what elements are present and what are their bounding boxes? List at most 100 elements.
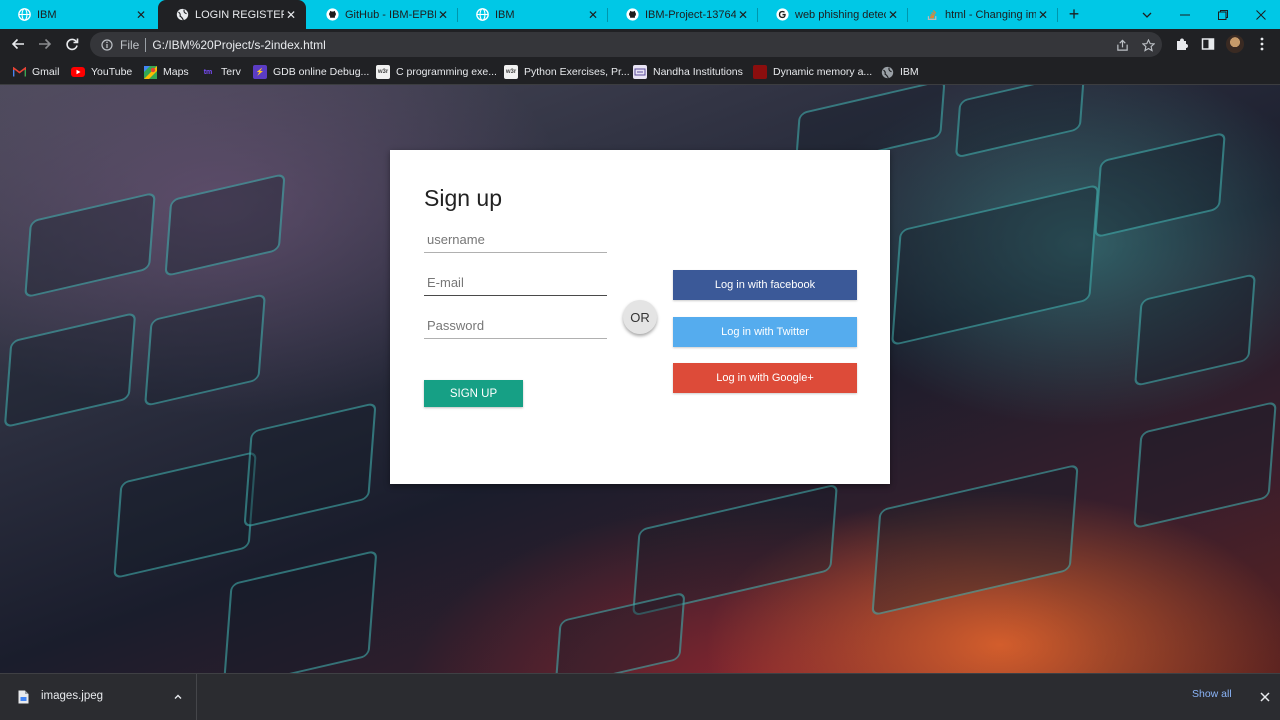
- show-all-downloads-link[interactable]: Show all: [1192, 688, 1232, 700]
- globe-icon: [175, 8, 189, 22]
- email-field[interactable]: [424, 270, 607, 296]
- bookmark-maps[interactable]: Maps: [143, 64, 189, 80]
- bookmark-dynamic-memory[interactable]: Dynamic memory a...: [753, 64, 872, 80]
- download-item[interactable]: images.jpeg: [0, 674, 197, 720]
- tab-close-icon[interactable]: ✕: [134, 8, 148, 22]
- download-file-name: images.jpeg: [41, 690, 104, 702]
- keyboard-key: [243, 401, 377, 529]
- bookmarks-bar: Gmail YouTube Maps tm Terv ⚡ GDB online …: [0, 59, 1280, 85]
- browser-toolbar: File G:/IBM%20Project/s-2index.html: [0, 29, 1280, 59]
- signup-button[interactable]: SIGN UP: [424, 380, 523, 407]
- username-field[interactable]: [424, 227, 607, 253]
- tab-login-register[interactable]: LOGIN REGISTER ✕: [158, 0, 306, 29]
- new-tab-plus-icon[interactable]: +: [1064, 4, 1084, 24]
- youtube-icon: [71, 65, 85, 79]
- username-input[interactable]: [424, 227, 607, 252]
- bookmark-ibm[interactable]: IBM: [880, 64, 919, 80]
- tab-separator: [1057, 8, 1058, 22]
- password-field[interactable]: [424, 313, 607, 339]
- signup-title: Sign up: [424, 185, 503, 211]
- restore-icon[interactable]: [1204, 0, 1242, 29]
- keyboard-key: [554, 591, 686, 673]
- download-shelf: images.jpeg Show all: [0, 673, 1280, 720]
- extensions-puzzle-icon[interactable]: [1172, 34, 1192, 54]
- url-text[interactable]: G:/IBM%20Project/s-2index.html: [152, 38, 325, 52]
- globe-icon: [475, 8, 489, 22]
- bookmark-label: Dynamic memory a...: [773, 66, 873, 78]
- bookmark-c-programming[interactable]: w3r C programming exe...: [376, 64, 497, 80]
- w3r-icon: w3r: [376, 65, 390, 79]
- tab-label: html - Changing imag: [945, 8, 1036, 21]
- bookmark-nandha[interactable]: Nandha Institutions: [633, 64, 743, 80]
- url-divider: [145, 37, 147, 52]
- image-file-icon: [16, 689, 30, 705]
- tab-web-phishing[interactable]: web phishing detectio ✕: [758, 0, 908, 29]
- tab-close-icon[interactable]: ✕: [436, 8, 450, 22]
- gdb-icon: ⚡: [253, 65, 267, 79]
- w3r-icon: w3r: [504, 65, 518, 79]
- bookmark-label: Nandha Institutions: [653, 66, 743, 78]
- url-scheme-label: File: [120, 37, 140, 52]
- menu-kebab-icon[interactable]: [1252, 34, 1272, 54]
- tab-ibm-project[interactable]: IBM-Project-13764-1t ✕: [608, 0, 758, 29]
- tab-ibm-2[interactable]: IBM ✕: [458, 0, 608, 29]
- keyboard-key: [3, 311, 137, 429]
- tab-close-icon[interactable]: ✕: [586, 8, 600, 22]
- signup-card: Sign up SIGN UP OR Log in with facebook …: [390, 150, 890, 484]
- window-close-icon[interactable]: [1242, 0, 1280, 29]
- bookmark-youtube[interactable]: YouTube: [71, 64, 132, 80]
- side-panel-icon[interactable]: [1198, 34, 1218, 54]
- keyboard-key: [164, 172, 286, 278]
- email-input[interactable]: [424, 270, 607, 295]
- tab-ibm-1[interactable]: IBM ✕: [0, 0, 156, 29]
- tab-search-chevron-icon[interactable]: [1128, 0, 1166, 29]
- bookmark-label: Python Exercises, Pr...: [524, 66, 630, 78]
- google-login-button[interactable]: Log in with Google+: [673, 363, 857, 393]
- github-icon: [325, 8, 339, 22]
- keyboard-key: [871, 463, 1079, 617]
- keyboard-key: [954, 85, 1086, 159]
- google-icon: [775, 8, 789, 22]
- minimize-icon[interactable]: [1166, 0, 1204, 29]
- bookmark-gdb[interactable]: ⚡ GDB online Debug...: [253, 64, 369, 80]
- chevron-up-icon[interactable]: [170, 689, 186, 705]
- bookmark-label: Gmail: [32, 66, 60, 78]
- bookmark-gmail[interactable]: Gmail: [12, 64, 59, 80]
- facebook-login-button[interactable]: Log in with facebook: [673, 270, 857, 300]
- bookmark-star-icon[interactable]: [1140, 37, 1156, 53]
- close-icon[interactable]: [1257, 689, 1273, 705]
- tab-close-icon[interactable]: ✕: [1036, 8, 1050, 22]
- tab-close-icon[interactable]: ✕: [284, 8, 298, 22]
- bookmark-label: Terv: [221, 66, 241, 78]
- tab-label: IBM: [37, 8, 57, 21]
- bookmark-python-exercises[interactable]: w3r Python Exercises, Pr...: [504, 64, 630, 80]
- tab-html-changing[interactable]: html - Changing imag ✕: [908, 0, 1058, 29]
- keyboard-key: [222, 549, 378, 673]
- maps-icon: [143, 65, 157, 79]
- bookmark-label: C programming exe...: [396, 66, 497, 78]
- address-bar[interactable]: File G:/IBM%20Project/s-2index.html: [90, 32, 1162, 57]
- red-bookmark-icon: [753, 65, 767, 79]
- bookmark-label: YouTube: [91, 66, 133, 78]
- profile-avatar[interactable]: [1226, 35, 1244, 53]
- back-arrow-icon[interactable]: [8, 34, 28, 54]
- keyboard-key: [1094, 131, 1226, 239]
- twitter-login-button[interactable]: Log in with Twitter: [673, 317, 857, 347]
- share-icon[interactable]: [1114, 37, 1130, 53]
- or-divider-badge: OR: [623, 300, 657, 334]
- reload-icon[interactable]: [62, 34, 82, 54]
- tab-close-icon[interactable]: ✕: [736, 8, 750, 22]
- tab-github-epbl[interactable]: GitHub - IBM-EPBL/IB ✕: [308, 0, 458, 29]
- stackoverflow-icon: [925, 8, 939, 22]
- page-background-keyboard: Sign up SIGN UP OR Log in with facebook …: [0, 85, 1280, 673]
- keyboard-key: [24, 191, 156, 299]
- tab-label: LOGIN REGISTER: [195, 8, 284, 21]
- keyboard-key: [113, 450, 257, 580]
- tab-label: GitHub - IBM-EPBL/IB: [345, 8, 436, 21]
- gmail-icon: [12, 65, 26, 79]
- info-icon[interactable]: [100, 38, 114, 52]
- password-input[interactable]: [424, 313, 607, 338]
- tab-close-icon[interactable]: ✕: [886, 8, 900, 22]
- forward-arrow-icon[interactable]: [35, 34, 55, 54]
- bookmark-terv[interactable]: tm Terv: [201, 64, 241, 80]
